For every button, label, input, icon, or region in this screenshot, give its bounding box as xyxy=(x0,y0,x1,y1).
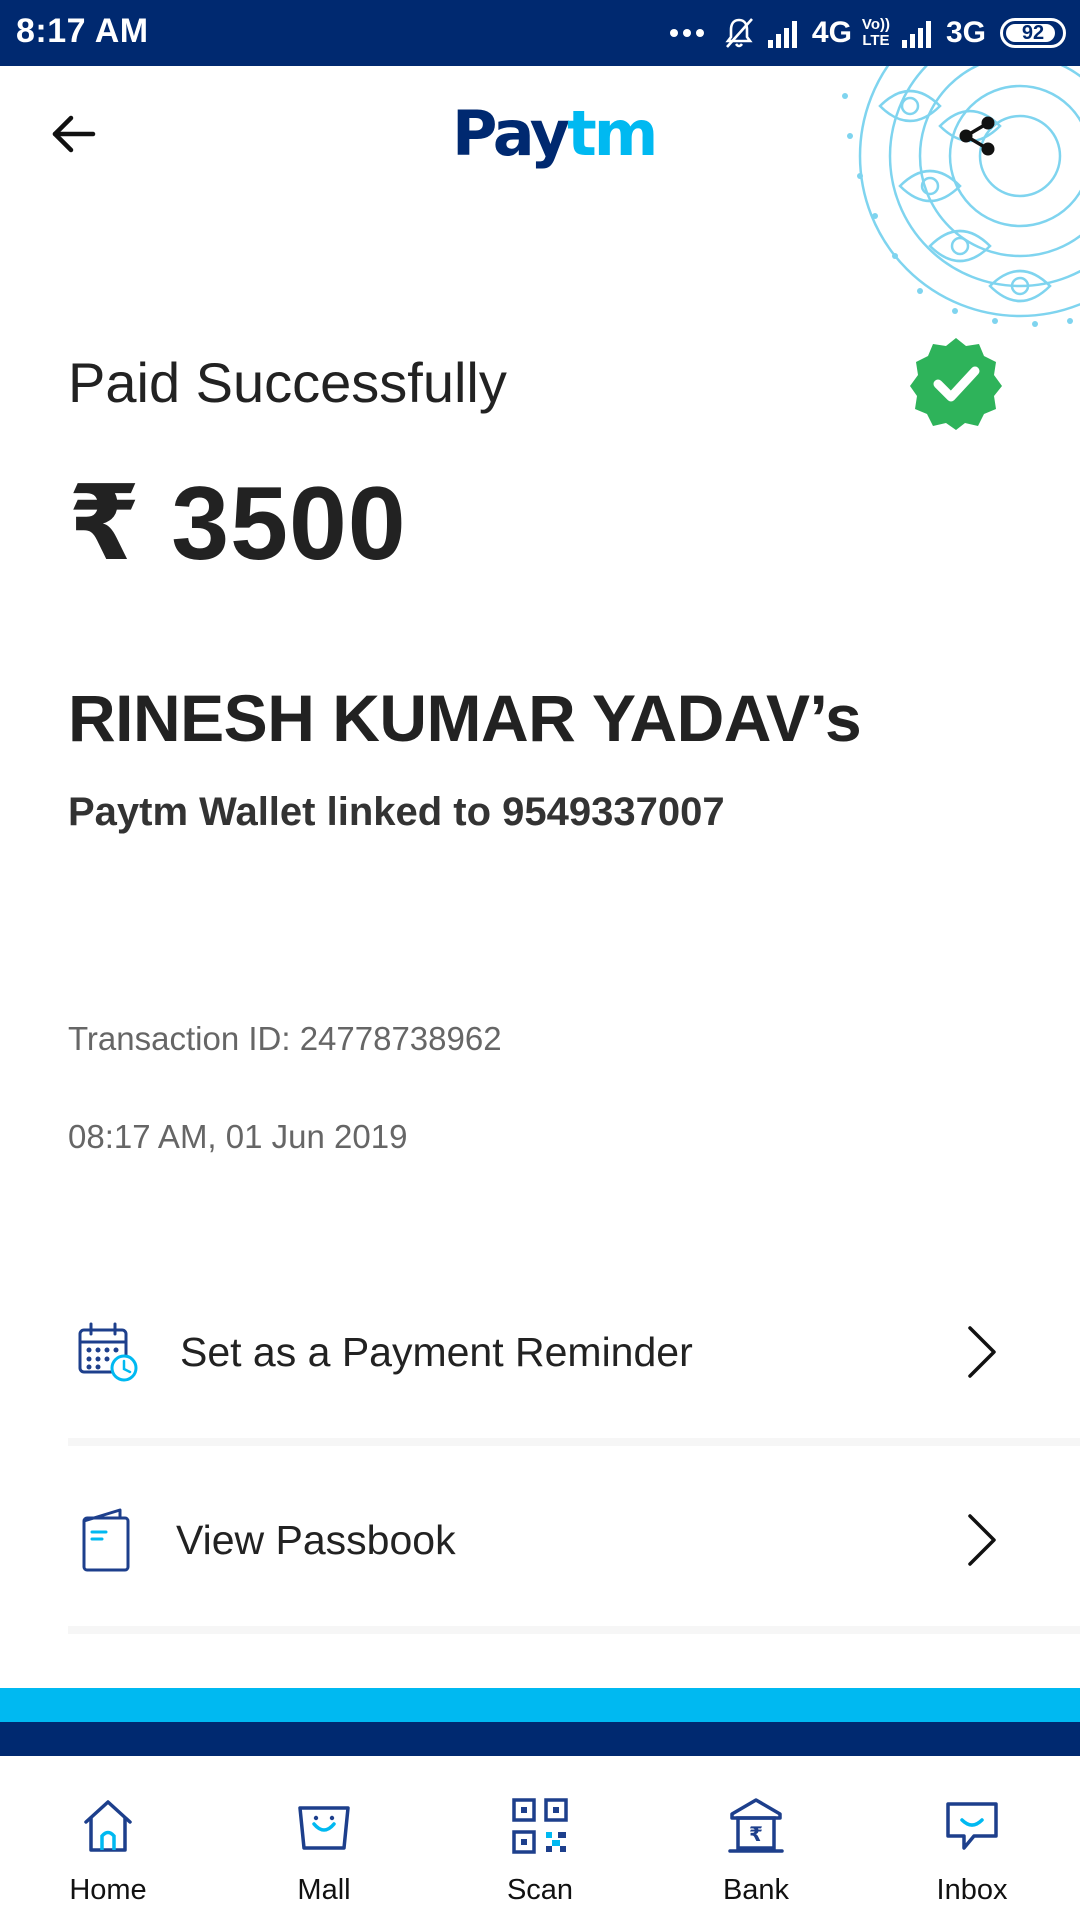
muted-bell-icon xyxy=(725,18,753,48)
success-check-icon xyxy=(910,338,1002,430)
payee-wallet-detail: Paytm Wallet linked to 9549337007 xyxy=(68,790,725,834)
footer-band-light xyxy=(0,1688,1080,1722)
nav-scan-label: Scan xyxy=(506,1874,574,1906)
mall-icon xyxy=(298,1806,350,1850)
signal-strength-icon-2 xyxy=(901,21,931,48)
nav-inbox-label: Inbox xyxy=(936,1874,1008,1906)
network-type-2: 3G xyxy=(945,16,986,49)
signal-strength-icon xyxy=(767,21,797,48)
nav-bank-label: Bank xyxy=(722,1874,790,1906)
mandala-decoration xyxy=(820,66,1080,328)
view-passbook-label: View Passbook xyxy=(176,1516,456,1563)
arrow-left-icon xyxy=(52,115,96,153)
logo-pay: Pay xyxy=(452,97,570,170)
transaction-id[interactable]: Transaction ID: 24778738962 xyxy=(68,1020,502,1058)
status-bar: 8:17 AM 4G Vo)) LTE 3G 92 xyxy=(0,0,1080,66)
volte-indicator: Vo)) LTE xyxy=(862,17,890,49)
inbox-icon xyxy=(946,1802,998,1850)
nav-mall-label: Mall xyxy=(297,1874,351,1906)
volte-line-1: Vo)) xyxy=(861,16,890,33)
nav-mall[interactable]: Mall xyxy=(216,1756,432,1920)
battery-icon: 92 xyxy=(1000,18,1066,48)
nav-home[interactable]: Home xyxy=(0,1756,216,1920)
nav-inbox[interactable]: Inbox xyxy=(864,1756,1080,1920)
payment-status-title: Paid Successfully xyxy=(68,351,507,414)
payment-reminder-label: Set as a Payment Reminder xyxy=(180,1328,693,1375)
payment-amount: ₹ 3500 xyxy=(68,466,407,582)
paytm-logo: Paytm xyxy=(452,97,658,170)
view-passbook-row[interactable]: View Passbook xyxy=(0,1460,1080,1620)
payee-name: RINESH KUMAR YADAV’s xyxy=(68,681,862,755)
bottom-navigation: Home Mall Scan ₹ Bank Inbox xyxy=(0,1756,1080,1920)
bank-icon: ₹ xyxy=(728,1798,784,1853)
nav-home-label: Home xyxy=(69,1874,147,1906)
passbook-icon xyxy=(82,1508,130,1572)
share-icon xyxy=(959,116,995,156)
status-time: 8:17 AM xyxy=(16,12,149,50)
network-type-1: 4G xyxy=(811,16,852,49)
logo-tm: tm xyxy=(567,97,658,170)
chevron-right-icon xyxy=(968,1326,996,1378)
nav-scan[interactable]: Scan xyxy=(432,1756,648,1920)
divider xyxy=(68,1626,1080,1634)
qr-scan-icon xyxy=(512,1798,568,1854)
volte-line-2: LTE xyxy=(862,32,890,49)
status-icons: 4G Vo)) LTE 3G 92 xyxy=(669,10,1066,56)
payment-reminder-row[interactable]: Set as a Payment Reminder xyxy=(0,1272,1080,1432)
home-icon xyxy=(84,1800,132,1852)
divider xyxy=(68,1438,1080,1446)
svg-text:₹: ₹ xyxy=(749,1822,763,1846)
footer-band-dark xyxy=(0,1722,1080,1756)
chevron-right-icon xyxy=(968,1514,996,1566)
nav-bank[interactable]: ₹ Bank xyxy=(648,1756,864,1920)
back-button[interactable] xyxy=(44,108,104,160)
calendar-clock-icon xyxy=(78,1322,138,1382)
transaction-timestamp: 08:17 AM, 01 Jun 2019 xyxy=(68,1118,408,1155)
battery-level: 92 xyxy=(1021,21,1045,44)
share-button[interactable] xyxy=(948,108,1004,164)
more-notifications-icon xyxy=(669,29,704,37)
